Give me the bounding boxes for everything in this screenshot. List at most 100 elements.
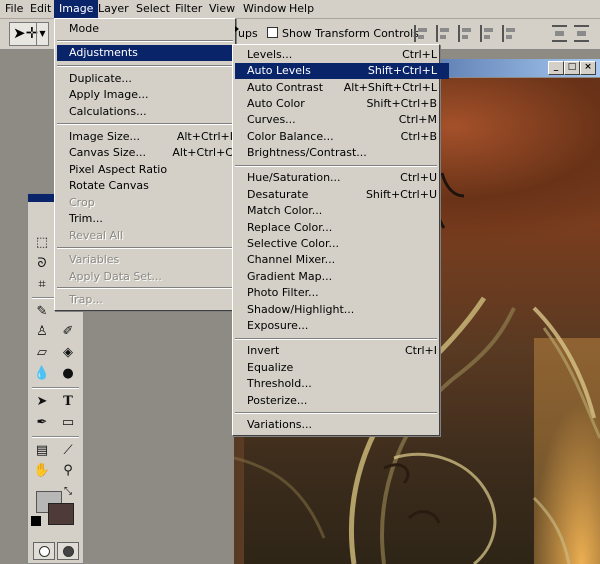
menu-item-pixel-aspect-ratio[interactable]: Pixel Aspect Ratio bbox=[57, 162, 245, 178]
lasso-tool-icon[interactable]: ᘐ bbox=[32, 255, 52, 273]
distribute-center-icon[interactable] bbox=[574, 25, 589, 42]
chevron-down-icon[interactable]: ▼ bbox=[36, 23, 48, 45]
menu-item-gradient-map[interactable]: Gradient Map... bbox=[235, 269, 449, 285]
menu-view[interactable]: View bbox=[204, 0, 240, 18]
zoom-tool-icon[interactable]: ⚲ bbox=[58, 462, 78, 480]
menu-separator bbox=[57, 123, 233, 125]
maximize-button[interactable]: □ bbox=[564, 61, 580, 75]
clone-stamp-icon[interactable]: ♙ bbox=[32, 323, 52, 341]
menu-item-trap: Trap... bbox=[69, 293, 103, 306]
align-top-icon[interactable] bbox=[414, 25, 429, 42]
hand-tool-icon[interactable]: ✋ bbox=[32, 462, 52, 480]
submenu-arrow-icon bbox=[235, 26, 239, 32]
type-tool-icon[interactable]: T bbox=[58, 393, 78, 411]
standard-mode-icon bbox=[39, 546, 50, 557]
menu-item-rotate-canvas[interactable]: Rotate Canvas bbox=[57, 178, 245, 194]
menu-layer[interactable]: Layer bbox=[93, 0, 134, 18]
image-menu: Mode Adjustments Duplicate... Apply Imag… bbox=[54, 18, 245, 288]
menu-edit[interactable]: Edit bbox=[25, 0, 56, 18]
show-transform-label: Show Transform Controls bbox=[282, 27, 419, 40]
menu-help[interactable]: Help bbox=[284, 0, 319, 18]
standard-mode-button[interactable] bbox=[33, 542, 55, 560]
menu-filter[interactable]: Filter bbox=[170, 0, 207, 18]
close-button[interactable]: × bbox=[580, 61, 596, 75]
toolbox-divider bbox=[32, 387, 79, 389]
distribute-buttons bbox=[552, 25, 596, 45]
eraser-icon[interactable]: ▱ bbox=[32, 344, 52, 362]
paint-bucket-icon[interactable]: ◈ bbox=[58, 344, 78, 362]
menu-item-image-size[interactable]: Image Size... Alt+Ctrl+I bbox=[57, 129, 245, 145]
quick-mask-icon bbox=[63, 546, 74, 557]
path-selection-icon[interactable]: ➤ bbox=[32, 393, 52, 411]
menu-item-desaturate[interactable]: Desaturate Shift+Ctrl+U bbox=[235, 187, 449, 203]
menu-item-photo-filter[interactable]: Photo Filter... bbox=[235, 285, 449, 301]
align-vcenter-icon[interactable] bbox=[436, 25, 451, 42]
menu-item-mode[interactable]: Mode bbox=[57, 21, 245, 37]
menu-separator bbox=[235, 338, 437, 340]
menu-item-variables: Variables bbox=[57, 252, 245, 268]
menu-separator bbox=[57, 287, 233, 289]
menu-item-crop: Crop bbox=[69, 196, 95, 209]
minimize-button[interactable]: _ bbox=[548, 61, 564, 75]
menu-item-replace-color[interactable]: Replace Color... bbox=[235, 220, 449, 236]
tool-preset-picker[interactable]: ➤✛ ▼ bbox=[9, 22, 49, 46]
menu-item-selective-color[interactable]: Selective Color... bbox=[235, 236, 449, 252]
menu-item-hue-saturation[interactable]: Hue/Saturation... Ctrl+U bbox=[235, 170, 449, 186]
toolbox-divider bbox=[32, 436, 79, 438]
menu-item-equalize[interactable]: Equalize bbox=[235, 360, 449, 376]
menu-item-adjustments[interactable]: Adjustments bbox=[57, 45, 245, 61]
menu-item-canvas-size[interactable]: Canvas Size... Alt+Ctrl+C bbox=[57, 145, 245, 161]
background-color-swatch[interactable] bbox=[48, 503, 74, 525]
notes-tool-icon[interactable]: ▤ bbox=[32, 442, 52, 460]
eyedropper-icon[interactable]: ⟋ bbox=[58, 442, 78, 460]
healing-brush-icon[interactable]: ✎ bbox=[32, 303, 52, 321]
menu-select[interactable]: Select bbox=[131, 0, 175, 18]
menu-item-auto-color[interactable]: Auto Color Shift+Ctrl+B bbox=[235, 96, 449, 112]
menu-item-reveal-all: Reveal All bbox=[69, 229, 124, 242]
menu-item-levels[interactable]: Levels... Ctrl+L bbox=[235, 47, 449, 63]
menu-item-curves[interactable]: Curves... Ctrl+M bbox=[235, 112, 449, 128]
move-tool-icon: ➤✛ bbox=[13, 24, 39, 42]
menu-separator bbox=[235, 412, 437, 414]
show-transform-checkbox[interactable] bbox=[267, 27, 278, 38]
menu-bar: File Edit Image Layer Select Filter View… bbox=[0, 0, 600, 19]
menu-item-trim[interactable]: Trim... bbox=[57, 211, 245, 227]
pen-tool-icon[interactable]: ✒ bbox=[32, 414, 52, 432]
menu-item-match-color[interactable]: Match Color... bbox=[235, 203, 449, 219]
swap-colors-icon[interactable]: ⤡ bbox=[64, 486, 72, 497]
menu-image[interactable]: Image bbox=[54, 0, 99, 18]
menu-separator bbox=[235, 165, 437, 167]
menu-item-variations[interactable]: Variations... bbox=[235, 417, 449, 433]
image-menu-footer: Trap... bbox=[54, 286, 236, 311]
menu-item-shadow-highlight[interactable]: Shadow/Highlight... bbox=[235, 302, 449, 318]
menu-item-apply-image[interactable]: Apply Image... bbox=[57, 87, 245, 103]
menu-separator bbox=[57, 65, 233, 67]
menu-item-duplicate[interactable]: Duplicate... bbox=[57, 71, 245, 87]
marquee-tool-icon[interactable]: ⬚ bbox=[32, 234, 52, 252]
rectangle-tool-icon[interactable]: ▭ bbox=[58, 414, 78, 432]
distribute-top-icon[interactable] bbox=[552, 25, 567, 42]
menu-item-channel-mixer[interactable]: Channel Mixer... bbox=[235, 252, 449, 268]
quick-mask-button[interactable] bbox=[57, 542, 79, 560]
menu-item-exposure[interactable]: Exposure... bbox=[235, 318, 449, 334]
menu-item-auto-levels[interactable]: Auto Levels Shift+Ctrl+L bbox=[235, 63, 449, 79]
history-brush-icon[interactable]: ✐ bbox=[58, 323, 78, 341]
dodge-tool-icon[interactable]: ● bbox=[58, 365, 78, 383]
menu-item-apply-data-set: Apply Data Set... bbox=[69, 270, 162, 283]
show-transform-controls[interactable]: Show Transform Controls bbox=[267, 27, 419, 40]
adjustments-submenu: Levels... Ctrl+L Auto Levels Shift+Ctrl+L … bbox=[232, 44, 449, 436]
menu-item-auto-contrast[interactable]: Auto Contrast Alt+Shift+Ctrl+L bbox=[235, 80, 449, 96]
menu-item-invert[interactable]: Invert Ctrl+I bbox=[235, 343, 449, 359]
menu-separator bbox=[57, 247, 233, 249]
crop-tool-icon[interactable]: ⌗ bbox=[32, 276, 52, 294]
align-hcenter-icon[interactable] bbox=[502, 25, 517, 42]
default-colors-icon[interactable] bbox=[31, 516, 41, 526]
menu-item-posterize[interactable]: Posterize... bbox=[235, 393, 449, 409]
menu-item-calculations[interactable]: Calculations... bbox=[57, 104, 245, 120]
blur-tool-icon[interactable]: 💧 bbox=[32, 365, 52, 383]
menu-item-threshold[interactable]: Threshold... bbox=[235, 376, 449, 392]
align-left-icon[interactable] bbox=[480, 25, 495, 42]
menu-item-color-balance[interactable]: Color Balance... Ctrl+B bbox=[235, 129, 449, 145]
align-bottom-icon[interactable] bbox=[458, 25, 473, 42]
menu-item-brightness-contrast[interactable]: Brightness/Contrast... bbox=[235, 145, 449, 161]
